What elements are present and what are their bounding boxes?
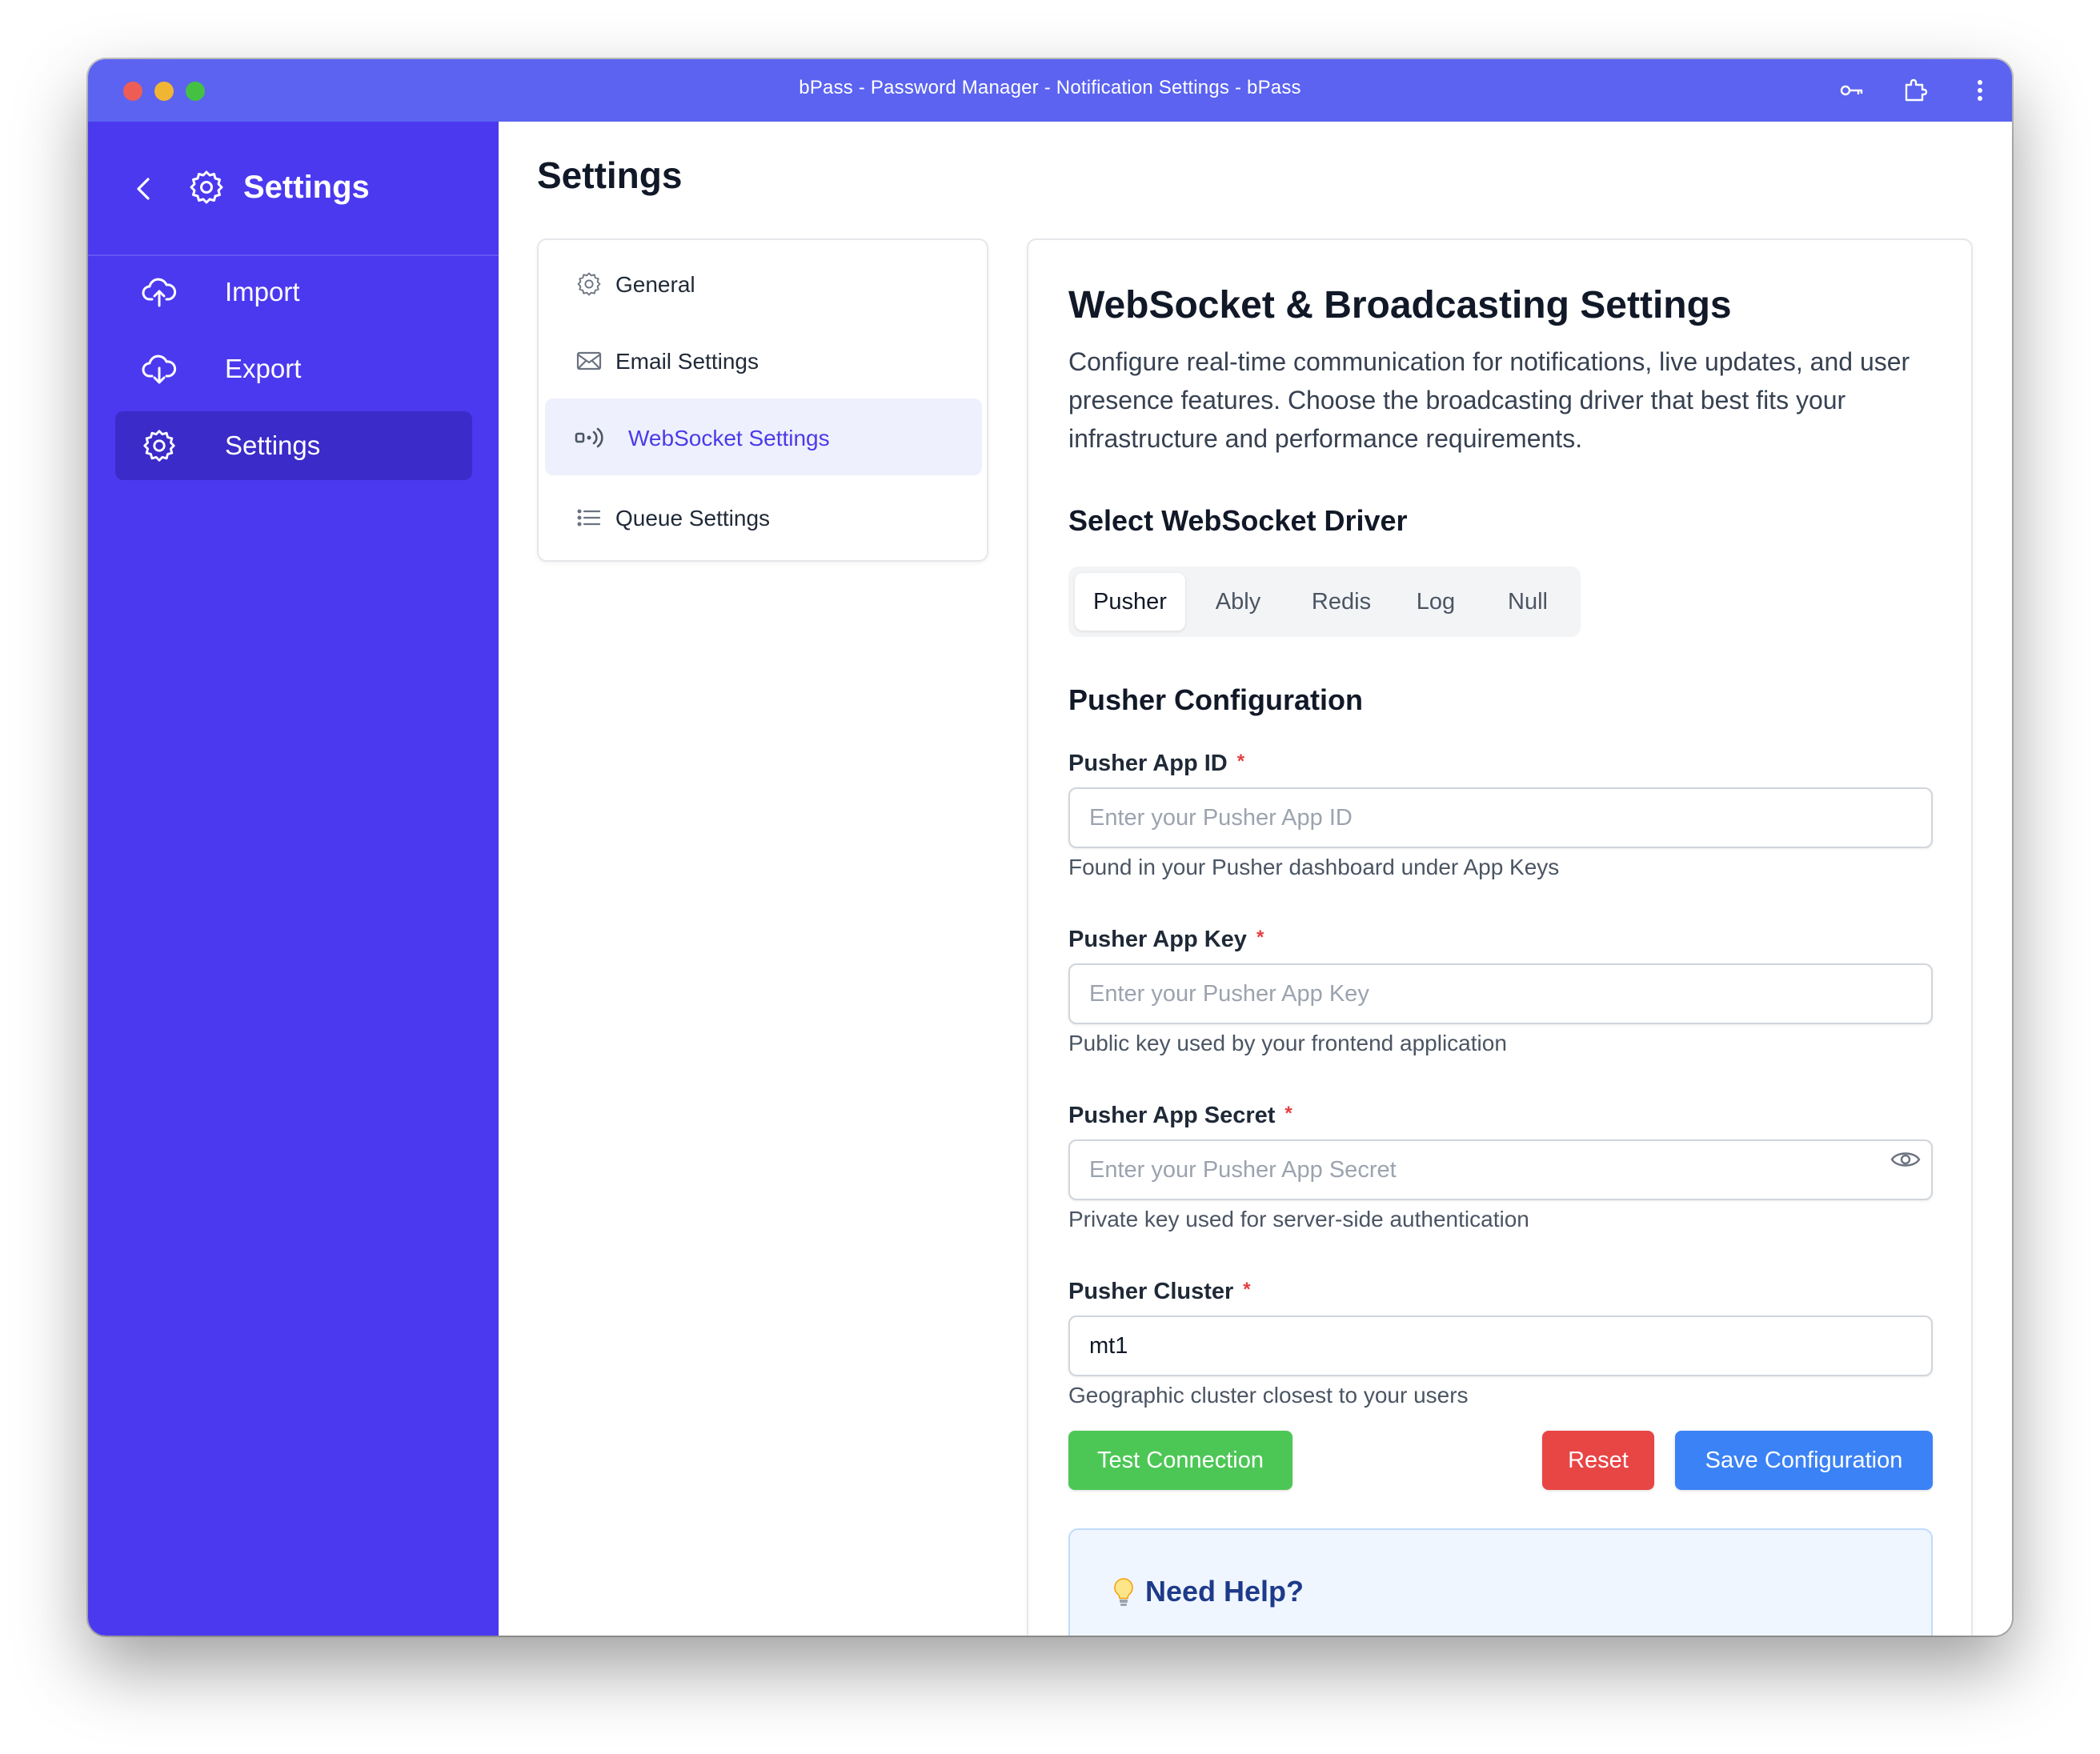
required-marker: * — [1243, 1279, 1251, 1300]
cloud-upload-icon — [142, 278, 177, 307]
driver-option-null[interactable]: Null — [1489, 573, 1566, 631]
sidebar: Settings Import Export Settings — [88, 122, 499, 1636]
window-title: bPass - Password Manager - Notification … — [799, 77, 1301, 98]
save-configuration-button[interactable]: Save Configuration — [1675, 1431, 1933, 1490]
required-marker: * — [1256, 927, 1264, 948]
app-key-input[interactable] — [1068, 963, 1933, 1024]
title-bar: bPass - Password Manager - Notification … — [88, 59, 2012, 122]
gear-icon — [143, 430, 175, 462]
required-marker: * — [1284, 1103, 1292, 1124]
list-icon — [577, 509, 601, 527]
cluster-label: Pusher Cluster * — [1068, 1279, 1251, 1304]
extension-icon[interactable] — [1900, 75, 1930, 106]
sidebar-item-label: Settings — [225, 430, 321, 460]
sidebar-item-label: Import — [225, 277, 300, 306]
key-icon[interactable] — [1837, 75, 1867, 106]
app-id-help: Found in your Pusher dashboard under App… — [1068, 855, 1560, 879]
driver-option-pusher[interactable]: Pusher — [1075, 573, 1185, 631]
main-content: Settings General Email Settings WebSocke… — [499, 122, 2012, 1636]
subnav-item-label: WebSocket Settings — [628, 426, 830, 451]
app-secret-label: Pusher App Secret * — [1068, 1103, 1292, 1128]
lightbulb-icon — [1114, 1578, 1133, 1606]
settings-subnav: General Email Settings WebSocket Setting… — [537, 238, 988, 562]
websocket-settings-card: WebSocket & Broadcasting Settings Config… — [1027, 238, 1973, 1636]
cluster-help: Geographic cluster closest to your users — [1068, 1383, 1469, 1408]
app-id-input[interactable] — [1068, 787, 1933, 848]
back-chevron-icon[interactable] — [128, 173, 160, 205]
driver-option-log[interactable]: Log — [1400, 573, 1472, 631]
gear-icon — [577, 272, 601, 296]
app-secret-help: Private key used for server-side authent… — [1068, 1207, 1529, 1231]
subnav-item-websocket-settings[interactable]: WebSocket Settings — [545, 398, 982, 475]
sidebar-item-settings[interactable]: Settings — [115, 411, 472, 480]
sidebar-item-import[interactable]: Import — [115, 258, 472, 326]
driver-option-redis[interactable]: Redis — [1294, 573, 1389, 631]
driver-section-title: Select WebSocket Driver — [1068, 504, 1408, 537]
help-box: Need Help? — [1068, 1528, 1933, 1636]
subnav-item-label: General — [615, 272, 695, 297]
app-window: bPass - Password Manager - Notification … — [88, 59, 2012, 1636]
sidebar-item-export[interactable]: Export — [115, 334, 472, 403]
test-connection-button[interactable]: Test Connection — [1068, 1431, 1292, 1490]
help-title: Need Help? — [1145, 1575, 1304, 1608]
cloud-download-icon — [142, 354, 177, 384]
app-key-help: Public key used by your frontend applica… — [1068, 1031, 1507, 1055]
subnav-item-email-settings[interactable]: Email Settings — [545, 322, 982, 398]
subnav-item-general[interactable]: General — [545, 245, 982, 322]
app-id-label: Pusher App ID * — [1068, 751, 1245, 776]
app-secret-input[interactable] — [1068, 1139, 1933, 1200]
subnav-item-label: Queue Settings — [615, 506, 771, 531]
more-options-icon[interactable] — [1965, 75, 1995, 106]
driver-selector: Pusher Ably Redis Log Null — [1068, 567, 1581, 637]
gear-icon — [190, 170, 223, 204]
card-description: Configure real-time communication for no… — [1068, 347, 1910, 453]
broadcast-icon — [575, 427, 603, 448]
reset-button[interactable]: Reset — [1542, 1431, 1654, 1490]
page-title: Settings — [537, 154, 683, 196]
sidebar-header: Settings — [88, 122, 499, 256]
envelope-icon — [576, 351, 602, 370]
eye-icon[interactable] — [1890, 1143, 1922, 1175]
sidebar-item-label: Export — [225, 354, 302, 383]
required-marker: * — [1236, 751, 1245, 772]
subnav-item-queue-settings[interactable]: Queue Settings — [545, 479, 982, 555]
app-key-label: Pusher App Key * — [1068, 927, 1264, 952]
config-section-title: Pusher Configuration — [1068, 683, 1363, 716]
driver-option-ably[interactable]: Ably — [1196, 573, 1280, 631]
sidebar-title: Settings — [243, 170, 370, 205]
subnav-item-label: Email Settings — [615, 349, 759, 374]
card-title: WebSocket & Broadcasting Settings — [1068, 284, 1732, 326]
cluster-input[interactable] — [1068, 1316, 1933, 1376]
